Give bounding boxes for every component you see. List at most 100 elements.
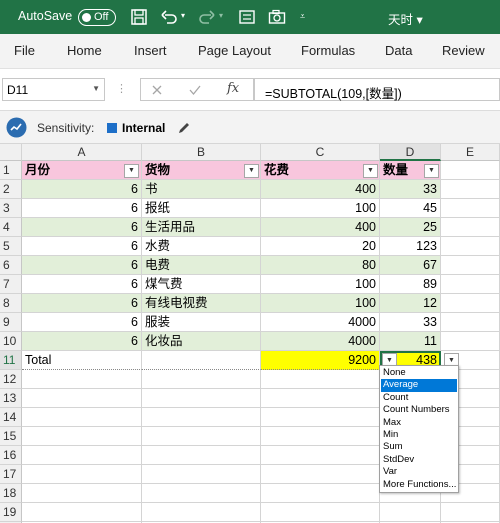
- cell-cost[interactable]: 80: [261, 256, 380, 275]
- name-box-dropdown-icon[interactable]: ▼: [92, 84, 100, 93]
- row-header[interactable]: 1: [0, 161, 22, 180]
- cell-cost[interactable]: 100: [261, 294, 380, 313]
- form-icon[interactable]: [238, 8, 256, 26]
- row-header[interactable]: 10: [0, 332, 22, 351]
- empty-cell[interactable]: [441, 237, 500, 256]
- empty-cell[interactable]: [441, 313, 500, 332]
- empty-cell[interactable]: [142, 465, 261, 484]
- redo-dropdown-icon[interactable]: ▾: [219, 11, 223, 20]
- row-header[interactable]: 19: [0, 503, 22, 522]
- cancel-icon[interactable]: [150, 83, 164, 97]
- row-header[interactable]: 17: [0, 465, 22, 484]
- total-item-cell[interactable]: [142, 351, 261, 370]
- empty-cell[interactable]: [22, 389, 142, 408]
- cell-item[interactable]: 煤气费: [142, 275, 261, 294]
- menu-item-more-functions[interactable]: More Functions...: [381, 479, 457, 491]
- cell-cost[interactable]: 400: [261, 218, 380, 237]
- autosave-toggle[interactable]: Off: [78, 9, 116, 26]
- undo-icon[interactable]: [160, 8, 178, 26]
- empty-cell[interactable]: [22, 465, 142, 484]
- filter-dropdown-icon[interactable]: ▼: [424, 164, 439, 178]
- column-header-e[interactable]: E: [441, 144, 500, 161]
- cell-qty[interactable]: 89: [380, 275, 441, 294]
- menu-item-none[interactable]: None: [381, 367, 457, 379]
- cell-cost[interactable]: 100: [261, 199, 380, 218]
- cell-month[interactable]: 6: [22, 218, 142, 237]
- empty-cell[interactable]: [142, 484, 261, 503]
- tab-file[interactable]: File: [14, 43, 35, 58]
- menu-item-sum[interactable]: Sum: [381, 441, 457, 453]
- cell-item[interactable]: 书: [142, 180, 261, 199]
- enter-icon[interactable]: [188, 83, 202, 97]
- row-header[interactable]: 16: [0, 446, 22, 465]
- empty-cell[interactable]: [441, 332, 500, 351]
- column-header-d[interactable]: D: [380, 144, 441, 161]
- cell-month[interactable]: 6: [22, 332, 142, 351]
- cell-cost[interactable]: 4000: [261, 313, 380, 332]
- empty-cell[interactable]: [441, 256, 500, 275]
- cell-qty[interactable]: 33: [380, 313, 441, 332]
- select-all-corner[interactable]: [0, 144, 22, 161]
- undo-dropdown-icon[interactable]: ▾: [181, 11, 185, 20]
- sensitivity-icon[interactable]: [6, 117, 27, 138]
- empty-cell[interactable]: [441, 503, 500, 522]
- column-header-b[interactable]: B: [142, 144, 261, 161]
- cell-month[interactable]: 6: [22, 275, 142, 294]
- cell-cost[interactable]: 400: [261, 180, 380, 199]
- cell-month[interactable]: 6: [22, 256, 142, 275]
- column-header-a[interactable]: A: [22, 144, 142, 161]
- cell-qty[interactable]: 33: [380, 180, 441, 199]
- cell-month[interactable]: 6: [22, 180, 142, 199]
- save-icon[interactable]: [130, 8, 148, 26]
- row-header[interactable]: 6: [0, 256, 22, 275]
- user-name[interactable]: 天时 ▾: [388, 9, 423, 28]
- tab-page-layout[interactable]: Page Layout: [198, 43, 271, 58]
- formula-input[interactable]: =SUBTOTAL(109,[数量]): [254, 78, 500, 101]
- empty-cell[interactable]: [22, 484, 142, 503]
- cell-item[interactable]: 服装: [142, 313, 261, 332]
- camera-icon[interactable]: [268, 8, 286, 26]
- empty-cell[interactable]: [441, 199, 500, 218]
- empty-cell[interactable]: [142, 427, 261, 446]
- empty-cell[interactable]: [261, 408, 380, 427]
- menu-item-min[interactable]: Min: [381, 429, 457, 441]
- cell-qty[interactable]: 45: [380, 199, 441, 218]
- row-header[interactable]: 13: [0, 389, 22, 408]
- cell-item[interactable]: 生活用品: [142, 218, 261, 237]
- row-header[interactable]: 18: [0, 484, 22, 503]
- empty-cell[interactable]: [261, 370, 380, 389]
- row-header[interactable]: 5: [0, 237, 22, 256]
- cell-cost[interactable]: 20: [261, 237, 380, 256]
- empty-cell[interactable]: [22, 427, 142, 446]
- cell-month[interactable]: 6: [22, 237, 142, 256]
- row-header[interactable]: 9: [0, 313, 22, 332]
- column-header-c[interactable]: C: [261, 144, 380, 161]
- empty-cell[interactable]: [261, 484, 380, 503]
- empty-cell[interactable]: [22, 408, 142, 427]
- empty-cell[interactable]: [261, 389, 380, 408]
- tab-home[interactable]: Home: [67, 43, 102, 58]
- cell-item[interactable]: 化妆品: [142, 332, 261, 351]
- cell-qty[interactable]: 11: [380, 332, 441, 351]
- empty-cell[interactable]: [261, 503, 380, 522]
- tab-data[interactable]: Data: [385, 43, 412, 58]
- row-header[interactable]: 15: [0, 427, 22, 446]
- menu-item-count[interactable]: Count: [381, 392, 457, 404]
- empty-cell[interactable]: [441, 218, 500, 237]
- menu-item-average[interactable]: Average: [381, 379, 457, 392]
- cell-item[interactable]: 有线电视费: [142, 294, 261, 313]
- empty-cell[interactable]: [441, 275, 500, 294]
- cell-item[interactable]: 水费: [142, 237, 261, 256]
- row-header[interactable]: 7: [0, 275, 22, 294]
- tab-insert[interactable]: Insert: [134, 43, 167, 58]
- row-header[interactable]: 3: [0, 199, 22, 218]
- menu-item-max[interactable]: Max: [381, 417, 457, 429]
- empty-cell[interactable]: [261, 427, 380, 446]
- menu-item-count-numbers[interactable]: Count Numbers: [381, 404, 457, 416]
- empty-cell[interactable]: [441, 180, 500, 199]
- empty-cell[interactable]: [22, 446, 142, 465]
- tab-formulas[interactable]: Formulas: [301, 43, 355, 58]
- cell-month[interactable]: 6: [22, 294, 142, 313]
- empty-cell[interactable]: [441, 161, 500, 180]
- cell-month[interactable]: 6: [22, 313, 142, 332]
